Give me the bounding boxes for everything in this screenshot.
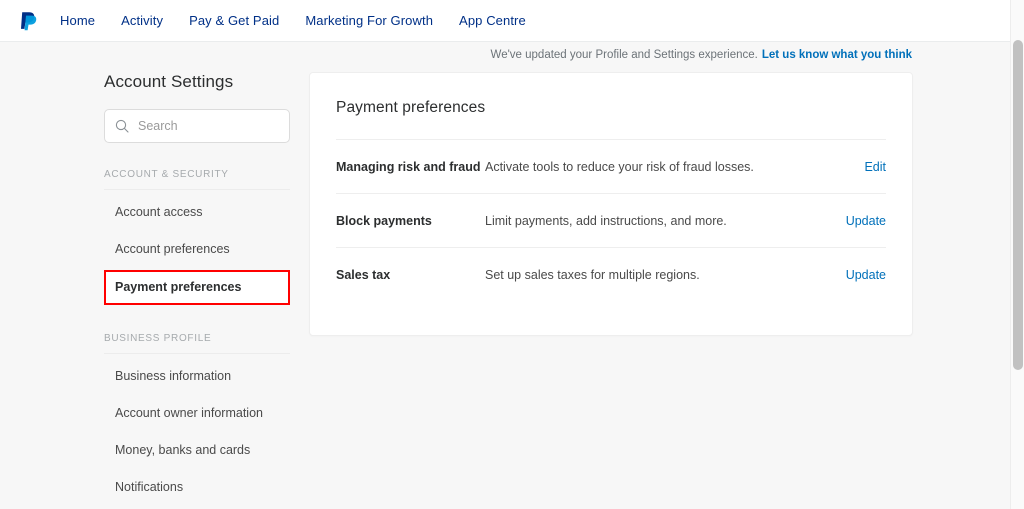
preference-row-managing-risk-and-fraud: Managing risk and fraud Activate tools t… bbox=[336, 139, 886, 193]
account-settings-sidebar: Account Settings ACCOUNT & SECURITY Acco… bbox=[104, 72, 290, 509]
top-navigation-bar: Home Activity Pay & Get Paid Marketing F… bbox=[0, 0, 1024, 42]
update-block-payments-link[interactable]: Update bbox=[842, 214, 886, 228]
update-sales-tax-link[interactable]: Update bbox=[842, 268, 886, 282]
nav-link-home[interactable]: Home bbox=[60, 13, 95, 28]
nav-links: Home Activity Pay & Get Paid Marketing F… bbox=[60, 13, 526, 28]
nav-link-activity[interactable]: Activity bbox=[121, 13, 163, 28]
edit-managing-risk-and-fraud-link[interactable]: Edit bbox=[842, 160, 886, 174]
main-content: Payment preferences Managing risk and fr… bbox=[309, 72, 913, 509]
preference-row-sales-tax: Sales tax Set up sales taxes for multipl… bbox=[336, 247, 886, 301]
sidebar-item-business-information[interactable]: Business information bbox=[104, 358, 290, 395]
preference-label: Block payments bbox=[336, 213, 432, 228]
sidebar-item-account-owner-information[interactable]: Account owner information bbox=[104, 395, 290, 432]
search-input[interactable] bbox=[138, 119, 279, 133]
sidebar-section-account-security: ACCOUNT & SECURITY bbox=[104, 169, 290, 190]
preference-label: Sales tax bbox=[336, 267, 391, 282]
search-box[interactable] bbox=[104, 109, 290, 143]
update-notice-banner: We've updated your Profile and Settings … bbox=[0, 42, 1024, 68]
preference-label: Managing risk and fraud bbox=[336, 159, 481, 174]
notice-text: We've updated your Profile and Settings … bbox=[490, 49, 758, 61]
sidebar-item-payment-preferences[interactable]: Payment preferences bbox=[115, 280, 288, 295]
sidebar-section-business-profile: BUSINESS PROFILE bbox=[104, 333, 290, 354]
sidebar-item-account-access[interactable]: Account access bbox=[104, 194, 290, 231]
payment-preferences-highlight: Payment preferences bbox=[104, 270, 290, 305]
page-scrollbar[interactable] bbox=[1010, 0, 1024, 509]
preference-description: Set up sales taxes for multiple regions. bbox=[485, 267, 700, 282]
sidebar-item-notifications[interactable]: Notifications bbox=[104, 469, 290, 506]
paypal-logo-icon[interactable] bbox=[18, 9, 40, 33]
scrollbar-thumb[interactable] bbox=[1013, 40, 1023, 370]
nav-link-app-centre[interactable]: App Centre bbox=[459, 13, 526, 28]
search-icon bbox=[115, 119, 138, 133]
page-body: Account Settings ACCOUNT & SECURITY Acco… bbox=[0, 68, 1024, 509]
preference-description: Activate tools to reduce your risk of fr… bbox=[485, 159, 754, 174]
sidebar-item-account-preferences[interactable]: Account preferences bbox=[104, 231, 290, 268]
preference-row-block-payments: Block payments Limit payments, add instr… bbox=[336, 193, 886, 247]
nav-link-marketing-for-growth[interactable]: Marketing For Growth bbox=[305, 13, 433, 28]
sidebar-item-money-banks-and-cards[interactable]: Money, banks and cards bbox=[104, 432, 290, 469]
preference-description: Limit payments, add instructions, and mo… bbox=[485, 213, 727, 228]
card-footer-spacer bbox=[336, 301, 886, 335]
nav-link-pay-and-get-paid[interactable]: Pay & Get Paid bbox=[189, 13, 279, 28]
page-title: Account Settings bbox=[104, 72, 234, 91]
card-title: Payment preferences bbox=[336, 99, 486, 116]
feedback-link[interactable]: Let us know what you think bbox=[762, 49, 912, 61]
payment-preferences-card: Payment preferences Managing risk and fr… bbox=[309, 72, 913, 336]
